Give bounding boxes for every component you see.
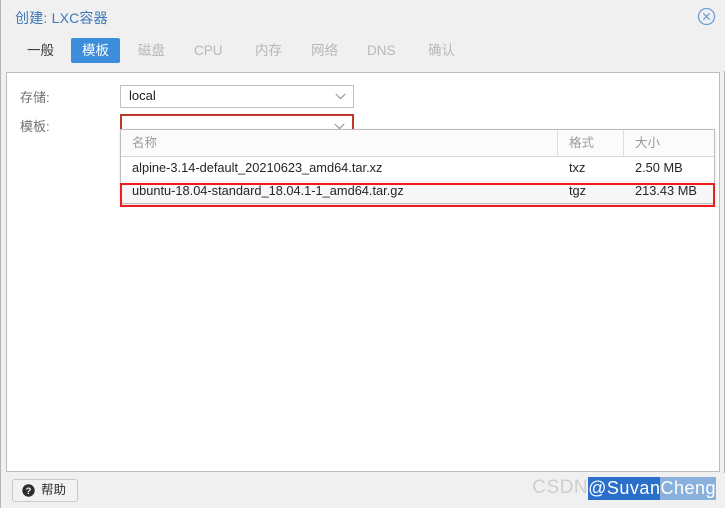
template-format: txz — [569, 160, 586, 175]
storage-select-value: local — [129, 88, 156, 103]
list-item[interactable]: ubuntu-18.04-standard_18.04.1-1_amd64.ta… — [121, 180, 714, 203]
storage-label: 存储: — [20, 90, 50, 105]
help-button[interactable]: ? 帮助 — [12, 479, 79, 502]
template-label: 模板: — [20, 119, 50, 134]
wizard-tabbar: 一般 模板 磁盘 CPU 内存 网络 DNS 确认 — [1, 33, 725, 71]
dialog-titlebar: 创建: LXC容器 — [1, 0, 725, 33]
wizard-content-panel: 存储: local 模板: 名称 格式 大小 alpine-3.14-defau… — [6, 72, 720, 472]
template-size: 2.50 MB — [635, 160, 683, 175]
column-header-format[interactable]: 格式 — [558, 130, 624, 156]
tab-network[interactable]: 网络 — [300, 38, 349, 63]
dialog-title: 创建: LXC容器 — [15, 10, 108, 26]
svg-text:?: ? — [26, 486, 32, 497]
template-name: alpine-3.14-default_20210623_amd64.tar.x… — [132, 160, 383, 175]
watermark-brand: CSDN — [532, 477, 589, 498]
tab-dns[interactable]: DNS — [356, 38, 407, 63]
column-header-name[interactable]: 名称 — [121, 130, 558, 156]
watermark: CSDN @Suvan Cheng — [532, 476, 716, 500]
tab-general[interactable]: 一般 — [16, 38, 65, 63]
template-size: 213.43 MB — [635, 183, 697, 198]
question-circle-icon: ? — [22, 484, 35, 497]
tab-cpu[interactable]: CPU — [183, 38, 234, 63]
storage-select[interactable]: local — [120, 85, 354, 108]
template-dropdown-list: 名称 格式 大小 alpine-3.14-default_20210623_am… — [120, 129, 715, 204]
column-header-size[interactable]: 大小 — [624, 130, 714, 156]
chevron-down-icon — [335, 93, 346, 100]
list-item[interactable]: alpine-3.14-default_20210623_amd64.tar.x… — [121, 157, 714, 180]
help-button-label: 帮助 — [41, 483, 67, 497]
create-lxc-container-dialog: 创建: LXC容器 一般 模板 磁盘 CPU 内存 网络 DNS 确认 存储: … — [0, 0, 725, 508]
tab-confirm[interactable]: 确认 — [417, 38, 466, 63]
tab-memory[interactable]: 内存 — [244, 38, 293, 63]
close-circle-icon[interactable] — [697, 7, 716, 26]
template-dropdown-header: 名称 格式 大小 — [121, 130, 714, 157]
watermark-handle-secondary: Cheng — [660, 476, 716, 500]
tab-disk[interactable]: 磁盘 — [127, 38, 176, 63]
tab-template[interactable]: 模板 — [71, 38, 120, 63]
template-name: ubuntu-18.04-standard_18.04.1-1_amd64.ta… — [132, 183, 404, 198]
watermark-handle-primary: @Suvan — [588, 476, 661, 500]
template-format: tgz — [569, 183, 587, 198]
storage-field-row: 存储: local — [7, 85, 719, 108]
